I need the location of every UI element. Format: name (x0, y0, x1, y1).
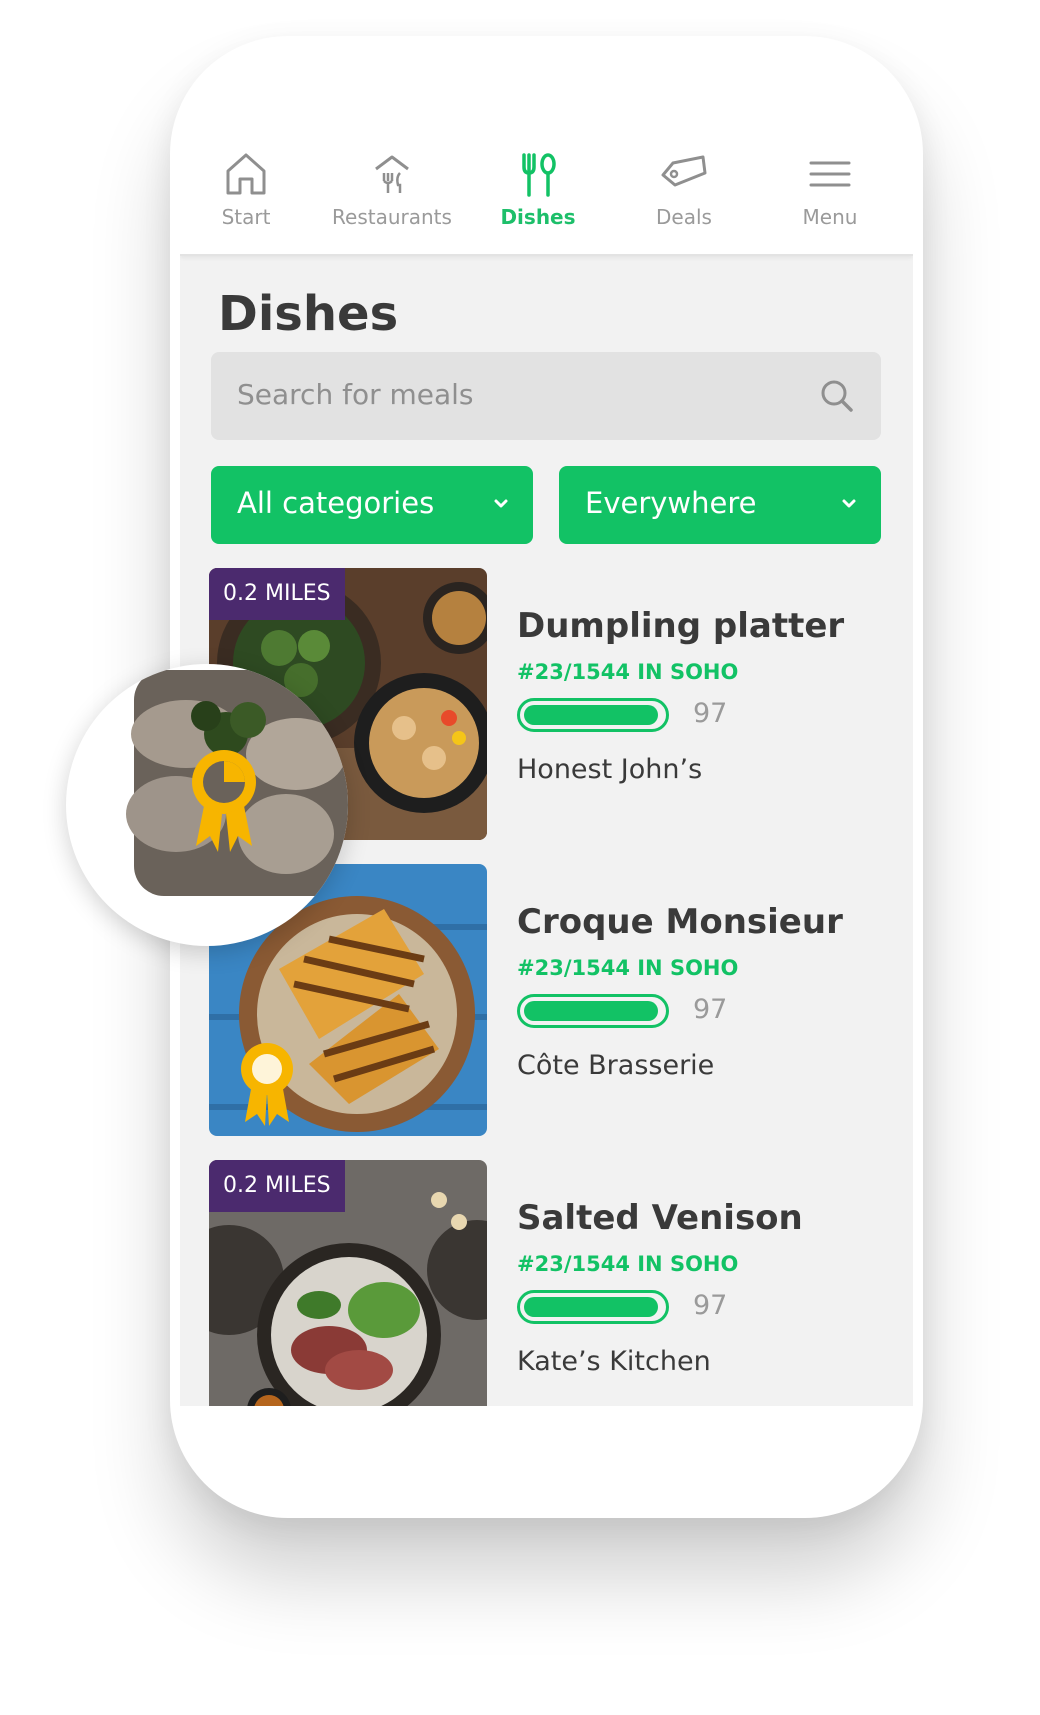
nav-start[interactable]: Start (180, 151, 319, 251)
distance-badge: 0.2 MILES (209, 568, 345, 620)
dish-name: Salted Venison (517, 1198, 803, 1238)
dish-name: Croque Monsieur (517, 902, 843, 942)
page-title: Dishes (218, 286, 399, 342)
search-icon[interactable] (819, 378, 855, 414)
magnifier-callout (66, 664, 348, 946)
dish-rank: #23/1544 IN SOHO (517, 660, 739, 684)
score-value: 97 (693, 994, 728, 1025)
category-dropdown[interactable]: All categories (211, 466, 533, 544)
score-value: 97 (693, 1290, 728, 1321)
restaurant-name: Kate’s Kitchen (517, 1346, 711, 1377)
tag-icon (661, 155, 707, 187)
cutlery-icon (522, 153, 556, 197)
nav-start-label: Start (221, 205, 271, 229)
nav-restaurants-label: Restaurants (332, 205, 452, 229)
dish-rank: #23/1544 IN SOHO (517, 1252, 739, 1276)
nav-dishes-label: Dishes (500, 205, 576, 229)
score-bar (517, 994, 669, 1028)
location-dropdown-label: Everywhere (585, 486, 757, 520)
distance-badge: 0.2 MILES (209, 1160, 345, 1212)
category-dropdown-label: All categories (237, 486, 435, 520)
home-icon (226, 153, 266, 195)
chevron-down-icon (494, 499, 508, 508)
top-navigation: Start Restaurants Dishes Deals Menu (180, 36, 913, 256)
restaurant-icon (375, 155, 409, 193)
dish-rank: #23/1544 IN SOHO (517, 956, 739, 980)
nav-menu[interactable]: Menu (757, 151, 903, 251)
restaurant-name: Honest John’s (517, 754, 703, 785)
nav-deals[interactable]: Deals (611, 151, 757, 251)
restaurant-name: Côte Brasserie (517, 1050, 715, 1081)
location-dropdown[interactable]: Everywhere (559, 466, 881, 544)
chevron-down-icon (842, 499, 856, 508)
dish-photo-venison: 0.2 MILES (209, 1160, 487, 1406)
score-bar (517, 698, 669, 732)
hamburger-icon (809, 161, 851, 187)
nav-restaurants[interactable]: Restaurants (319, 151, 465, 251)
search-input[interactable]: Search for meals (211, 352, 881, 440)
score-bar (517, 1290, 669, 1324)
dish-card[interactable]: Croque Monsieur #23/1544 IN SOHO 97 Côte… (209, 864, 889, 1136)
nav-dishes[interactable]: Dishes (465, 151, 611, 251)
nav-deals-label: Deals (656, 205, 712, 229)
score-value: 97 (693, 698, 728, 729)
dish-card[interactable]: 0.2 MILES Salted Venison #23/1544 IN SOH… (209, 1160, 889, 1406)
nav-menu-label: Menu (802, 205, 858, 229)
dish-name: Dumpling platter (517, 606, 845, 646)
search-placeholder: Search for meals (237, 378, 474, 411)
